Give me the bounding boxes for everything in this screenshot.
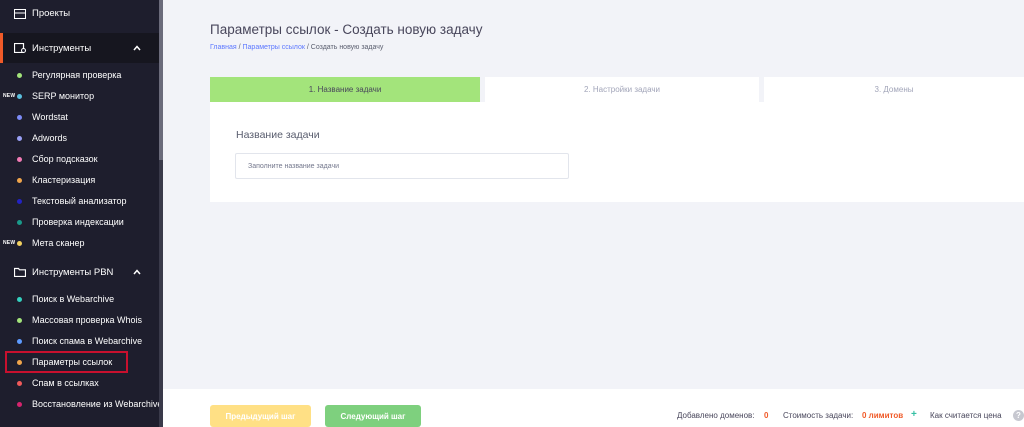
help-icon[interactable]: ? [1013, 410, 1024, 421]
bullet-icon [17, 114, 22, 120]
bullet-icon [17, 380, 22, 386]
price-calculation-link[interactable]: Как считается цена [930, 411, 1002, 420]
page-title: Параметры ссылок - Создать новую задачу [210, 22, 483, 37]
prev-step-button[interactable]: Предыдущий шаг [210, 405, 311, 427]
sidebar-item-meta-scanner[interactable]: NEW Мета сканер [0, 233, 159, 253]
sidebar-item-webarchive-restore[interactable]: Восстановление из Webarchive [0, 394, 163, 414]
sidebar-item-label: Сбор подсказок [32, 154, 98, 164]
folder-icon [14, 267, 26, 277]
bullet-icon [17, 317, 22, 323]
sidebar-item-label: Спам в ссылках [32, 378, 99, 388]
new-badge: NEW [3, 240, 16, 246]
breadcrumb: Главная / Параметры ссылок / Создать нов… [210, 44, 383, 51]
sidebar-item-label: Wordstat [32, 112, 68, 122]
sidebar-item-spam-webarchive[interactable]: Поиск спама в Webarchive [0, 331, 159, 351]
sidebar-item-label: Поиск спама в Webarchive [32, 336, 143, 346]
sidebar-item-projects[interactable]: Проекты [0, 0, 159, 27]
task-name-input[interactable] [235, 153, 569, 179]
task-cost-label: Стоимость задачи: [783, 411, 854, 420]
sidebar-group-label: Инструменты PBN [32, 266, 114, 278]
sidebar-item-clustering[interactable]: Кластеризация [0, 170, 159, 190]
sidebar-item-label: Восстановление из Webarchive [32, 399, 163, 409]
step-domains[interactable]: 3. Домены [764, 77, 1024, 102]
sidebar-item-label: Регулярная проверка [32, 70, 122, 80]
step-task-settings[interactable]: 2. Настройки задачи [485, 77, 759, 102]
sidebar-item-serp-monitor[interactable]: NEW SERP монитор [0, 86, 159, 106]
bullet-icon [17, 240, 22, 246]
sidebar-item-webarchive-search[interactable]: Поиск в Webarchive [0, 289, 159, 309]
tools-icon [14, 43, 26, 53]
sidebar-item-label: Мета сканер [32, 238, 85, 248]
sidebar-item-wordstat[interactable]: Wordstat [0, 107, 159, 127]
sidebar-item-label: Поиск в Webarchive [32, 294, 115, 304]
projects-icon [14, 9, 26, 19]
sidebar-item-link-spam[interactable]: Спам в ссылках [0, 373, 159, 393]
domains-added-value: 0 [764, 411, 769, 420]
sidebar: Проекты Инструменты Регулярная проверка … [0, 0, 163, 427]
sidebar-item-label: Текстовый анализатор [32, 196, 127, 206]
bullet-icon [17, 93, 22, 99]
bullet-icon [17, 401, 22, 407]
domains-added-label: Добавлено доменов: [677, 411, 755, 420]
wizard-footer: Предыдущий шаг Следующий шаг Добавлено д… [163, 389, 1024, 427]
sidebar-item-index-check[interactable]: Проверка индексации [0, 212, 159, 232]
step-task-name[interactable]: 1. Название задачи [210, 77, 480, 102]
sidebar-item-label: SERP монитор [32, 91, 95, 101]
sidebar-item-text-analyzer[interactable]: Текстовый анализатор [0, 191, 159, 211]
task-form-card: Название задачи [210, 102, 1024, 202]
task-name-label: Название задачи [236, 129, 320, 141]
sidebar-item-suggestions[interactable]: Сбор подсказок [0, 149, 159, 169]
bullet-icon [17, 177, 22, 183]
breadcrumb-current: Создать новую задачу [310, 44, 384, 51]
new-badge: NEW [3, 93, 16, 99]
main-content: Параметры ссылок - Создать новую задачу … [163, 0, 1024, 427]
bullet-icon [17, 296, 22, 302]
sidebar-group-pbn[interactable]: Инструменты PBN [0, 257, 159, 287]
bullet-icon [17, 219, 22, 225]
chevron-up-icon[interactable] [133, 44, 141, 52]
chevron-up-icon[interactable] [133, 268, 141, 276]
bullet-icon [17, 338, 22, 344]
bullet-icon [17, 198, 22, 204]
next-step-button[interactable]: Следующий шаг [325, 405, 421, 427]
bullet-icon [17, 156, 22, 162]
task-cost-value: 0 лимитов [862, 411, 904, 420]
bullet-icon [17, 135, 22, 141]
sidebar-item-label: Проекты [32, 8, 71, 19]
sidebar-item-regular-check[interactable]: Регулярная проверка [0, 65, 159, 85]
sidebar-item-label: Adwords [32, 133, 68, 143]
add-limits-icon[interactable]: + [911, 409, 917, 420]
wizard-steps: 1. Название задачи 2. Настройки задачи 3… [210, 77, 1024, 102]
bullet-icon [17, 72, 22, 78]
breadcrumb-section[interactable]: Параметры ссылок [243, 44, 305, 51]
sidebar-group-tools[interactable]: Инструменты [0, 33, 159, 63]
selection-highlight [5, 351, 128, 373]
sidebar-group-label: Инструменты [32, 42, 92, 54]
sidebar-item-whois-check[interactable]: Массовая проверка Whois [0, 310, 159, 330]
sidebar-item-label: Проверка индексации [32, 217, 124, 227]
sidebar-item-label: Кластеризация [32, 175, 96, 185]
sidebar-item-adwords[interactable]: Adwords [0, 128, 159, 148]
sidebar-item-label: Массовая проверка Whois [32, 315, 142, 325]
breadcrumb-home[interactable]: Главная [210, 44, 237, 51]
